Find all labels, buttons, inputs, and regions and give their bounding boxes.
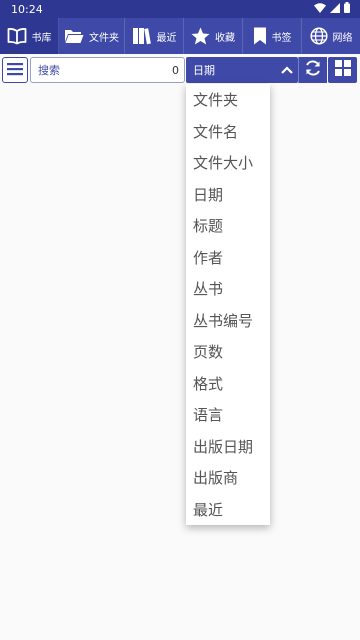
sort-option[interactable]: 出版商 xyxy=(186,462,270,494)
grid-view-button[interactable] xyxy=(328,57,357,83)
toolbar: 搜索 0 日期 xyxy=(0,54,360,88)
sort-option[interactable]: 丛书编号 xyxy=(186,305,270,337)
search-label: 搜索 xyxy=(38,64,60,77)
sort-option[interactable]: 最近 xyxy=(186,494,270,526)
hamburger-menu-icon xyxy=(7,61,23,80)
tab-bookmarks[interactable]: 书签 xyxy=(243,18,302,54)
battery-icon xyxy=(344,2,350,16)
search-input[interactable]: 搜索 0 xyxy=(30,57,185,83)
sort-option[interactable]: 页数 xyxy=(186,336,270,368)
tab-favorites[interactable]: 收藏 xyxy=(184,18,243,54)
refresh-icon xyxy=(304,59,322,81)
sort-option[interactable]: 日期 xyxy=(186,179,270,211)
status-bar: 10:24 xyxy=(0,0,360,18)
sort-dropdown: 文件夹 文件名 文件大小 日期 标题 作者 丛书 丛书编号 页数 格式 语言 出版日期 出版商 最近 xyxy=(186,84,270,525)
sort-selected-value: 日期 xyxy=(193,64,215,77)
tab-label: 文件夹 xyxy=(89,32,119,44)
tab-recent[interactable]: 最近 xyxy=(125,18,184,54)
tab-folder[interactable]: 文件夹 xyxy=(59,18,125,54)
sort-option[interactable]: 文件名 xyxy=(186,116,270,148)
sort-option[interactable]: 语言 xyxy=(186,399,270,431)
tab-network[interactable]: 网络 xyxy=(302,18,360,54)
signal-icon xyxy=(330,2,340,16)
tab-label: 最近 xyxy=(156,32,177,44)
books-icon xyxy=(132,27,152,45)
sort-option[interactable]: 格式 xyxy=(186,368,270,400)
tab-label: 书签 xyxy=(271,32,292,44)
chevron-up-icon xyxy=(281,64,293,77)
sort-option[interactable]: 标题 xyxy=(186,210,270,242)
wifi-icon xyxy=(314,2,326,16)
tab-library[interactable]: 书库 xyxy=(0,18,59,54)
folder-icon xyxy=(64,28,84,44)
tab-label: 收藏 xyxy=(215,32,235,44)
sort-option[interactable]: 文件大小 xyxy=(186,147,270,179)
open-book-icon xyxy=(7,27,27,45)
sort-option[interactable]: 文件夹 xyxy=(186,84,270,116)
tab-label: 网络 xyxy=(332,32,353,44)
status-time: 10:24 xyxy=(11,2,43,16)
sort-option[interactable]: 丛书 xyxy=(186,273,270,305)
bookmark-icon xyxy=(253,27,267,45)
tab-label: 书库 xyxy=(31,32,52,44)
grid-icon xyxy=(334,60,351,80)
star-icon xyxy=(191,27,210,45)
globe-icon xyxy=(309,27,328,45)
refresh-button[interactable] xyxy=(298,57,327,83)
search-result-count: 0 xyxy=(172,63,179,77)
sort-option[interactable]: 作者 xyxy=(186,242,270,274)
sort-option[interactable]: 出版日期 xyxy=(186,431,270,463)
tab-bar: 书库 文件夹 最近 收藏 书签 网络 xyxy=(0,18,360,54)
menu-button[interactable] xyxy=(2,57,28,83)
sort-select[interactable]: 日期 xyxy=(186,57,298,83)
